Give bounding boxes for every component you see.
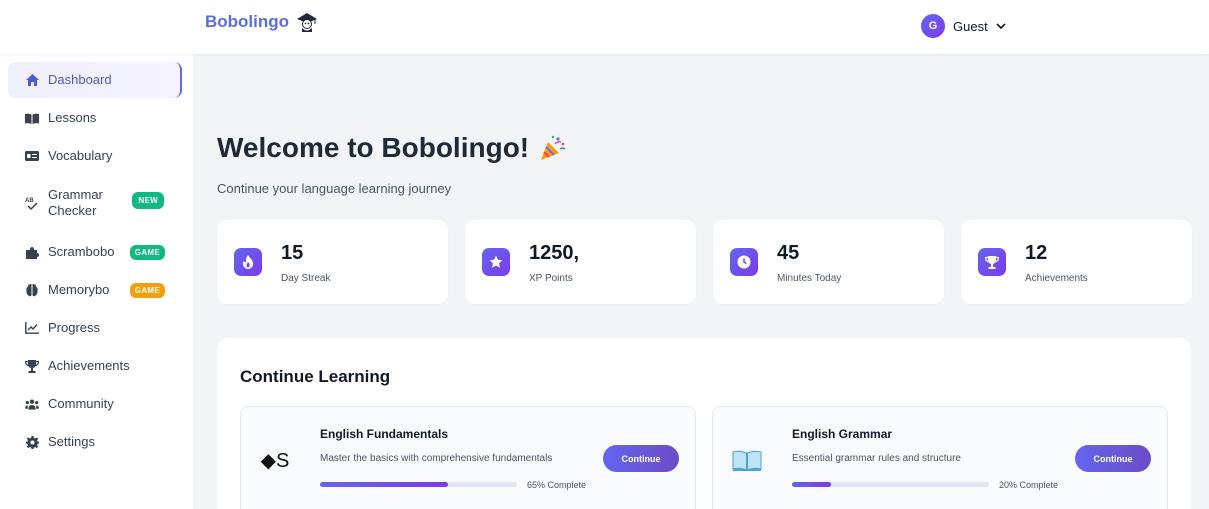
sidebar-item-scrambobo[interactable]: Scrambobo GAME [8, 234, 182, 270]
chart-line-icon [25, 321, 39, 335]
course-card-english-fundamentals[interactable]: ◆S English Fundamentals Master the basic… [240, 406, 696, 509]
stat-card-minutes: 45 Minutes Today [713, 220, 944, 304]
sidebar-item-lessons[interactable]: Lessons [8, 100, 182, 136]
sidebar-item-label: Dashboard [48, 72, 112, 87]
course-description: Master the basics with comprehensive fun… [320, 453, 553, 464]
sidebar-item-label: Vocabulary [48, 148, 113, 163]
user-name: Guest [953, 18, 988, 34]
sidebar-item-label: Lessons [48, 110, 97, 125]
welcome-heading: Welcome to Bobolingo! [217, 132, 530, 163]
progress-fill [320, 482, 449, 487]
brain-icon [25, 283, 39, 297]
stat-label: Achievements [1025, 273, 1088, 284]
course-description: Essential grammar rules and structure [792, 453, 961, 464]
fire-icon [234, 248, 262, 276]
progress-bar [792, 482, 989, 487]
user-menu[interactable]: G Guest [921, 14, 1006, 38]
book-icon [25, 111, 39, 125]
sidebar-item-vocabulary[interactable]: Vocabulary [8, 138, 182, 174]
open-book-icon [730, 443, 764, 477]
logo-text: Bobolingo [205, 12, 290, 31]
users-icon [25, 397, 39, 411]
stat-value: 12 [1025, 242, 1048, 264]
game-badge: GAME [129, 283, 165, 298]
course-icon: ◆S [260, 449, 290, 472]
sidebar-item-achievements[interactable]: Achievements [8, 348, 182, 384]
party-popper-icon [541, 135, 566, 160]
gear-icon [25, 435, 39, 449]
game-badge: GAME [129, 245, 165, 260]
stat-value: 45 [777, 242, 800, 264]
stat-card-xp: 1250, XP Points [465, 220, 696, 304]
spellcheck-icon: AB [25, 196, 39, 210]
id-card-icon [25, 149, 39, 163]
stat-card-achievements: 12 Achievements [961, 220, 1192, 304]
sidebar-item-community[interactable]: Community [8, 386, 182, 422]
stat-label: Day Streak [281, 273, 331, 284]
trophy-icon [978, 248, 1006, 276]
continue-button[interactable]: Continue [603, 445, 679, 472]
stat-value: 15 [281, 242, 304, 264]
sidebar-item-memorybo[interactable]: Memorybo GAME [8, 272, 182, 308]
stat-card-streak: 15 Day Streak [217, 220, 448, 304]
page-title: Welcome to Bobolingo! [217, 132, 567, 164]
stat-label: Minutes Today [777, 273, 842, 284]
svg-text:AB: AB [25, 198, 34, 204]
sidebar-item-dashboard[interactable]: Dashboard [8, 62, 182, 98]
puzzle-icon [25, 245, 39, 259]
sidebar-item-label: Community [48, 396, 114, 411]
page-subtitle: Continue your language learning journey [217, 181, 452, 196]
sidebar-item-progress[interactable]: Progress [8, 310, 182, 346]
sidebar-item-label: Progress [48, 320, 101, 335]
sidebar-item-settings[interactable]: Settings [8, 424, 182, 460]
sidebar-item-label: Scrambobo [48, 244, 115, 259]
avatar: G [921, 14, 945, 38]
continue-learning-panel: Continue Learning ◆S English Fundamental… [217, 338, 1191, 509]
section-title: Continue Learning [240, 367, 391, 386]
progress-fill [792, 482, 832, 487]
stat-value: 1250, [529, 242, 580, 264]
course-title: English Grammar [792, 427, 893, 441]
sidebar-item-label: Grammar Checker [48, 187, 103, 218]
sidebar-item-label: Settings [48, 434, 95, 449]
sidebar-item-label: Memorybo [48, 282, 110, 297]
progress-text: 65% Complete [527, 480, 587, 490]
sidebar-item-label: Achievements [48, 358, 130, 373]
course-title: English Fundamentals [320, 427, 449, 441]
stat-label: XP Points [529, 273, 573, 284]
mascot-logo-icon [297, 13, 318, 32]
course-card-english-grammar[interactable]: English Grammar Essential grammar rules … [712, 406, 1168, 509]
continue-button[interactable]: Continue [1075, 445, 1151, 472]
top-bar: Bobolingo G Guest [0, 0, 1209, 54]
new-badge: NEW [132, 192, 164, 209]
logo[interactable]: Bobolingo [205, 11, 319, 33]
progress-bar [320, 482, 517, 487]
star-icon [482, 248, 510, 276]
home-icon [25, 73, 39, 87]
sidebar-item-grammar-checker[interactable]: AB Grammar Checker NEW [8, 181, 182, 225]
sidebar: Dashboard Lessons Vocabulary AB Grammar … [0, 54, 193, 509]
trophy-icon [25, 359, 39, 373]
main-content: Welcome to Bobolingo! Continue your lang… [193, 54, 1209, 509]
progress-text: 20% Complete [999, 480, 1059, 490]
chevron-down-icon [996, 23, 1006, 30]
clock-icon [730, 248, 758, 276]
